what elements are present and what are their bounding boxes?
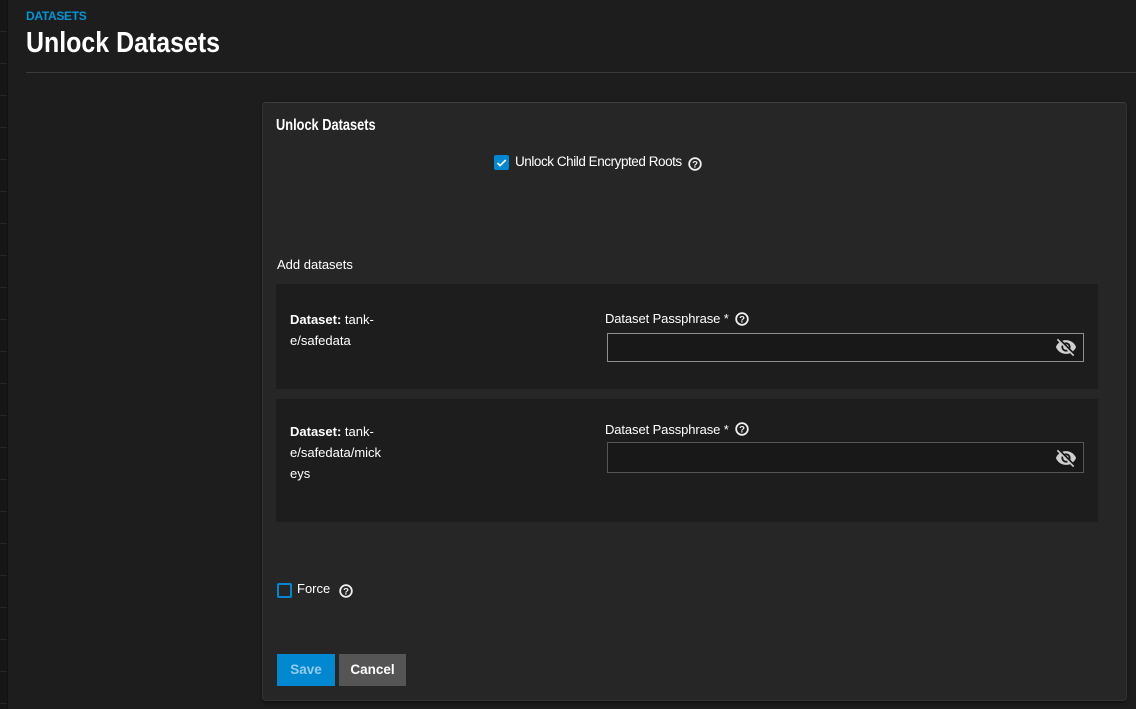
svg-text:?: ? xyxy=(692,159,698,170)
svg-text:?: ? xyxy=(343,586,349,597)
svg-text:?: ? xyxy=(739,424,745,435)
svg-text:?: ? xyxy=(739,314,745,325)
